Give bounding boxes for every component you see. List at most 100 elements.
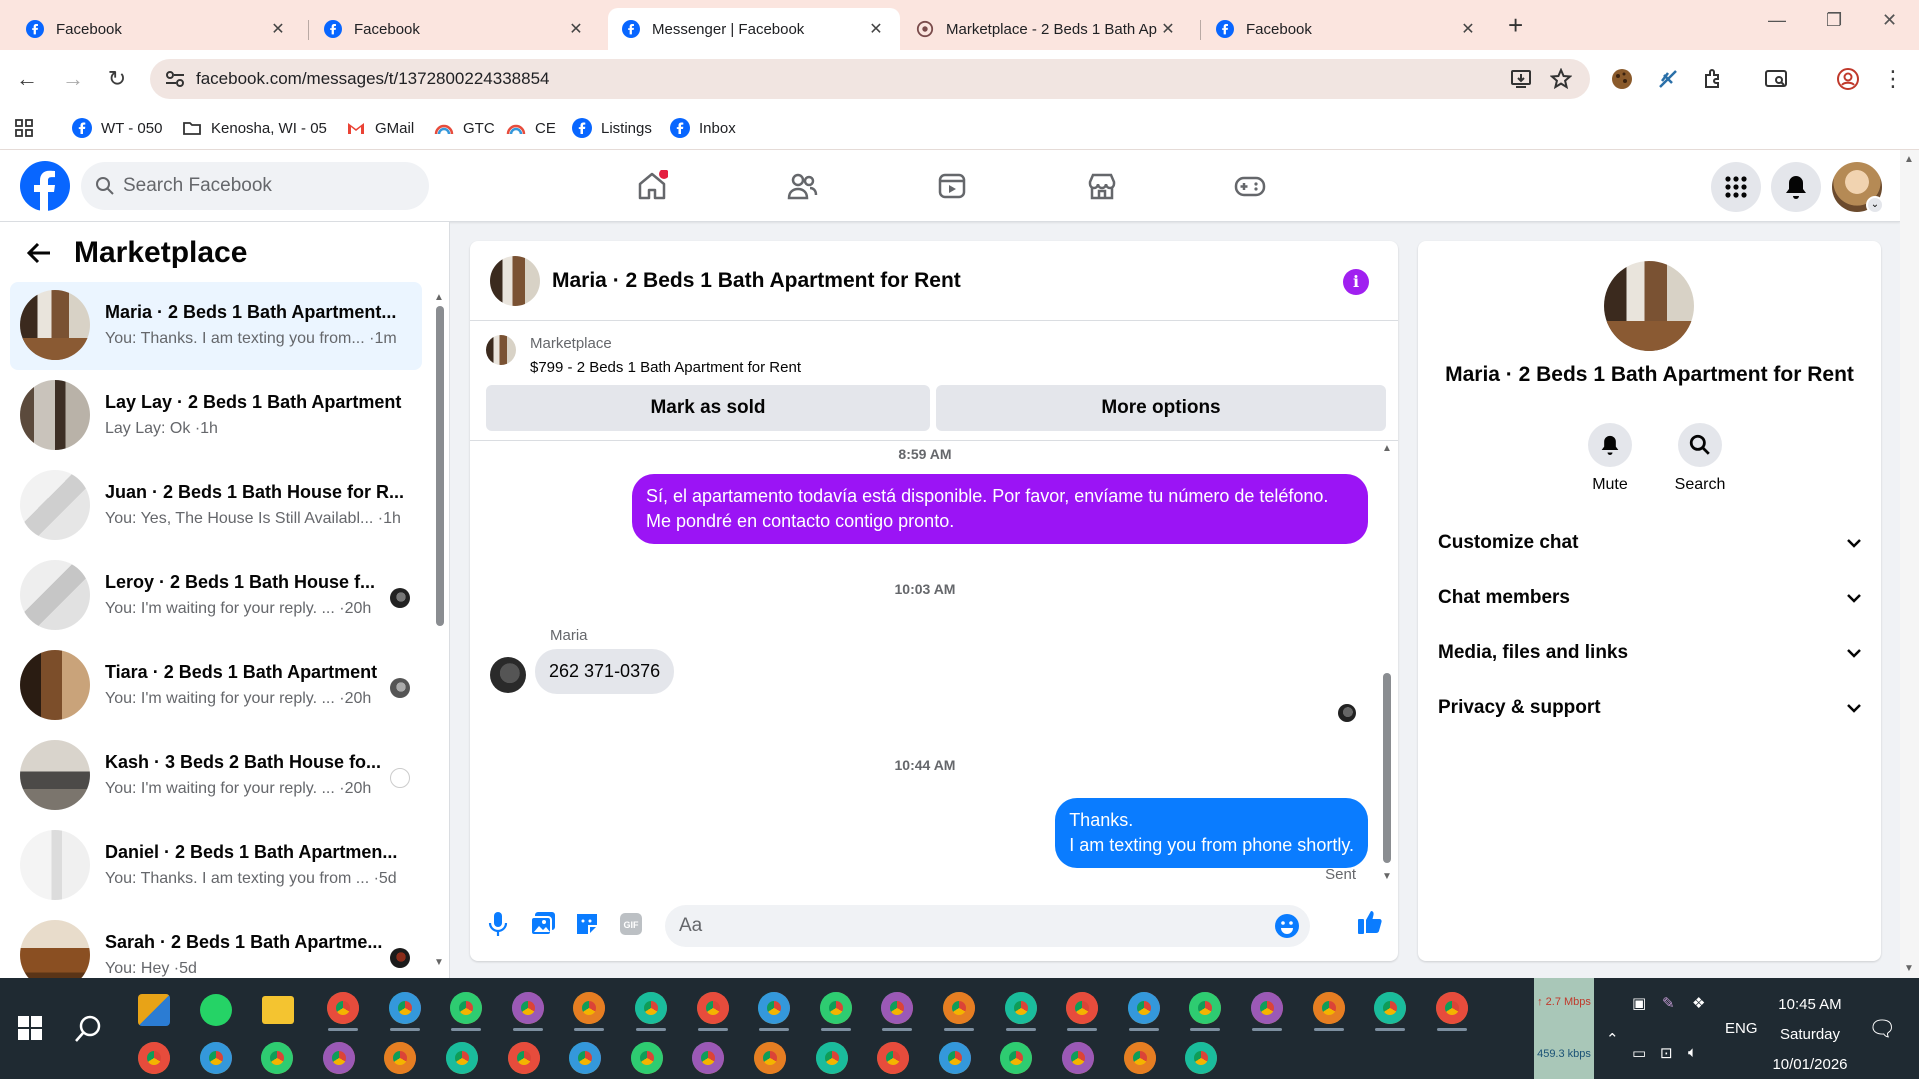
conversation-large-avatar[interactable]: [1604, 261, 1694, 351]
scroll-down-icon[interactable]: ▼: [434, 957, 444, 968]
page-scrollbar[interactable]: ▲ ▼: [1900, 150, 1919, 978]
chrome-profile-icon[interactable]: [943, 992, 975, 1024]
chrome-profile-icon[interactable]: [1312, 992, 1345, 1024]
more-options-button[interactable]: More options: [936, 385, 1386, 431]
chrome-profile-icon[interactable]: [327, 992, 359, 1024]
chrome-profile-icon[interactable]: [1374, 992, 1407, 1024]
tab-close-icon[interactable]: ✕: [1458, 19, 1478, 39]
bookmark-gmail[interactable]: GMail: [346, 118, 414, 138]
privacy-support-section[interactable]: Privacy & support: [1438, 688, 1863, 728]
chrome-profile-icon[interactable]: [1000, 1042, 1033, 1074]
home-nav-icon[interactable]: [628, 164, 676, 208]
chrome-profile-icon[interactable]: [696, 992, 729, 1024]
video-nav-icon[interactable]: [928, 164, 976, 208]
listing-title[interactable]: $799 - 2 Beds 1 Bath Apartment for Rent: [530, 359, 801, 376]
friends-nav-icon[interactable]: [778, 164, 826, 208]
chrome-profile-icon[interactable]: [635, 992, 667, 1024]
browser-tab-messenger[interactable]: Messenger | Facebook ✕: [608, 8, 900, 50]
mark-as-sold-button[interactable]: Mark as sold: [486, 385, 930, 431]
chrome-profile-icon[interactable]: [1127, 992, 1160, 1024]
chrome-profile-icon[interactable]: [1062, 1042, 1094, 1074]
listing-thumbnail[interactable]: [486, 335, 516, 365]
address-bar[interactable]: facebook.com/messages/t/1372800224338854: [150, 59, 1590, 99]
browser-tab-marketplace[interactable]: Marketplace - 2 Beds 1 Bath Ap ✕: [902, 8, 1192, 50]
cookie-extension-icon[interactable]: [1610, 67, 1634, 91]
show-hidden-icons-chevron-up-icon[interactable]: ⌃: [1606, 1030, 1619, 1048]
sticker-icon[interactable]: [572, 909, 602, 939]
scroll-up-icon[interactable]: ▲: [1382, 443, 1392, 454]
chrome-profile-icon[interactable]: [692, 1042, 725, 1074]
reload-icon[interactable]: ↻: [104, 66, 130, 92]
message-input-box[interactable]: [665, 905, 1310, 947]
network-icon[interactable]: ⊡: [1660, 1044, 1673, 1062]
microphone-icon[interactable]: [483, 909, 513, 939]
chrome-profile-icon[interactable]: [1123, 1042, 1156, 1074]
taskbar-app-icon[interactable]: [138, 994, 170, 1026]
photo-icon[interactable]: [528, 909, 558, 939]
restore-icon[interactable]: ❐: [1826, 10, 1842, 31]
outgoing-message[interactable]: Sí, el apartamento todavía está disponib…: [632, 474, 1368, 544]
scroll-up-icon[interactable]: ▲: [434, 292, 444, 303]
bookmark-kenosha[interactable]: Kenosha, WI - 05: [182, 118, 327, 138]
dropbox-icon[interactable]: ❖: [1692, 994, 1705, 1012]
chrome-profile-icon[interactable]: [446, 1042, 478, 1074]
scrollbar-thumb[interactable]: [1383, 673, 1391, 863]
chrome-profile-icon[interactable]: [511, 992, 544, 1024]
customize-chat-section[interactable]: Customize chat: [1438, 523, 1863, 563]
tab-search-icon[interactable]: [1764, 67, 1788, 91]
outgoing-message[interactable]: Thanks. I am texting you from phone shor…: [1055, 798, 1368, 868]
chat-title[interactable]: Maria · 2 Beds 1 Bath Apartment for Rent: [552, 269, 961, 293]
marketplace-nav-icon[interactable]: [1078, 164, 1126, 208]
chat-scrollbar[interactable]: ▲ ▼: [1380, 441, 1394, 886]
facebook-search-input[interactable]: [123, 162, 413, 210]
language-indicator[interactable]: ENG: [1725, 1020, 1758, 1037]
chat-avatar[interactable]: [490, 256, 540, 306]
bookmark-star-icon[interactable]: [1550, 68, 1572, 90]
facebook-logo-icon[interactable]: [20, 161, 70, 211]
conversation-item[interactable]: Daniel · 2 Beds 1 Bath Apartmen... You: …: [10, 822, 422, 910]
sender-avatar[interactable]: [490, 657, 526, 693]
taskbar-clock[interactable]: 10:45 AM Saturday 10/01/2026: [1760, 990, 1860, 1079]
facebook-search-box[interactable]: [81, 162, 429, 210]
chrome-profile-icon[interactable]: [1066, 992, 1099, 1024]
extensions-puzzle-icon[interactable]: [1702, 67, 1726, 91]
emoji-icon[interactable]: [1274, 913, 1300, 939]
chrome-profile-icon[interactable]: [384, 1042, 417, 1074]
bookmark-ce[interactable]: CE: [506, 118, 556, 138]
browser-menu-icon[interactable]: ⋮: [1880, 66, 1906, 92]
sidebar-scrollbar[interactable]: ▲ ▼: [434, 292, 444, 968]
profile-icon[interactable]: [1836, 67, 1860, 91]
chrome-profile-icon[interactable]: [1004, 992, 1037, 1024]
chrome-profile-icon[interactable]: [630, 1042, 663, 1074]
conversation-item[interactable]: Sarah · 2 Beds 1 Bath Apartme... You: He…: [10, 912, 422, 978]
battery-icon[interactable]: ▭: [1632, 1044, 1646, 1062]
minimize-icon[interactable]: —: [1768, 10, 1786, 31]
mute-button[interactable]: Mute: [1570, 423, 1650, 494]
conversation-item[interactable]: Juan · 2 Beds 1 Bath House for R... You:…: [10, 462, 422, 550]
conversation-item[interactable]: Tiara · 2 Beds 1 Bath Apartment You: I'm…: [10, 642, 422, 730]
conversation-item[interactable]: Leroy · 2 Beds 1 Bath House f... You: I'…: [10, 552, 422, 640]
notifications-button[interactable]: [1771, 162, 1821, 212]
pen-tray-icon[interactable]: ✎: [1662, 994, 1675, 1012]
incoming-message[interactable]: 262 371-0376: [535, 649, 675, 694]
gaming-nav-icon[interactable]: [1226, 164, 1274, 208]
new-tab-plus-icon[interactable]: +: [1508, 12, 1523, 38]
back-arrow-icon[interactable]: ←: [14, 66, 40, 92]
browser-tab-1[interactable]: Facebook ✕: [12, 8, 302, 50]
chrome-profile-icon[interactable]: [199, 1042, 232, 1074]
account-avatar[interactable]: ⌄: [1832, 162, 1884, 214]
bookmark-gtc[interactable]: GTC: [434, 118, 495, 138]
tab-close-icon[interactable]: ✕: [268, 19, 288, 39]
back-arrow-icon[interactable]: [24, 238, 54, 268]
chrome-profile-icon[interactable]: [261, 1042, 294, 1074]
chrome-profile-icon[interactable]: [450, 992, 483, 1024]
feather-extension-icon[interactable]: [1656, 67, 1680, 91]
forward-arrow-icon[interactable]: →: [60, 66, 86, 92]
chrome-profile-icon[interactable]: [1185, 1042, 1218, 1074]
chrome-profile-icon[interactable]: [573, 992, 606, 1024]
chrome-profile-icon[interactable]: [138, 1042, 170, 1074]
scroll-down-icon[interactable]: ▼: [1382, 871, 1392, 882]
scroll-up-icon[interactable]: ▲: [1904, 154, 1914, 165]
install-app-icon[interactable]: [1510, 68, 1532, 90]
tab-close-icon[interactable]: ✕: [1158, 19, 1178, 39]
